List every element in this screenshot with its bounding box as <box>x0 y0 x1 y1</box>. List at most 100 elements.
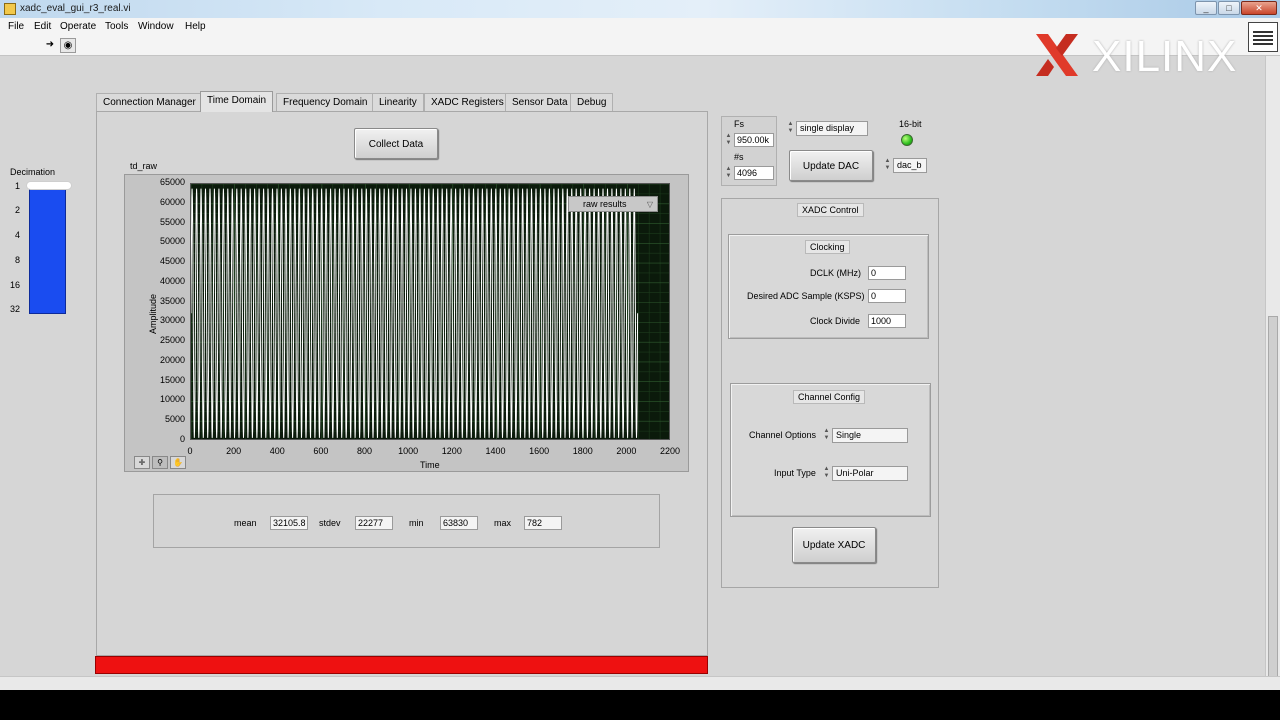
adc-sample-label: Desired ADC Sample (KSPS) <box>747 291 865 301</box>
zoom-icon[interactable]: ⚲ <box>152 456 168 469</box>
pan-hand-icon[interactable]: ✋ <box>170 456 186 469</box>
plot-legend[interactable]: raw results ▽ <box>568 196 658 212</box>
min-value: 63830 <box>440 516 478 530</box>
decimation-tick: 32 <box>9 304 20 314</box>
channel-options-select[interactable]: Single <box>832 428 908 443</box>
series-line-raw-results <box>190 188 639 438</box>
menu-window[interactable]: Window <box>138 21 174 32</box>
statistics-panel <box>153 494 660 548</box>
mean-label: mean <box>234 518 257 528</box>
x-tick-label: 1200 <box>441 446 462 456</box>
dclk-label: DCLK (MHz) <box>810 268 861 278</box>
y-tick-label: 55000 <box>159 216 185 227</box>
display-mode-select[interactable]: single display <box>796 121 868 136</box>
decimation-slider-fill[interactable] <box>29 186 66 314</box>
x-tick-label: 1400 <box>485 446 506 456</box>
vertical-scrollbar[interactable] <box>1265 56 1280 690</box>
fs-spinner-icon[interactable]: ▲ ▼ <box>725 133 732 147</box>
plot-area[interactable] <box>190 183 672 442</box>
y-tick-label: 30000 <box>159 315 185 326</box>
title-bar: xadc_eval_gui_r3_real.vi _ □ ✕ <box>0 0 1280 18</box>
menu-operate[interactable]: Operate <box>60 21 96 32</box>
maximize-button[interactable]: □ <box>1218 1 1240 15</box>
horizontal-scrollbar[interactable] <box>0 676 1280 690</box>
minimize-button[interactable]: _ <box>1195 1 1217 15</box>
tab-linearity[interactable]: Linearity <box>372 93 424 111</box>
tab-time-domain[interactable]: Time Domain <box>200 91 274 112</box>
x-tick-label: 800 <box>357 446 373 456</box>
run-arrow-icon[interactable]: ➜ <box>42 38 58 53</box>
menu-file[interactable]: File <box>8 21 24 32</box>
xilinx-mark-icon <box>1036 34 1078 76</box>
menu-edit[interactable]: Edit <box>34 21 51 32</box>
x-axis-label: Time <box>420 460 440 470</box>
x-tick-label: 2000 <box>616 446 637 456</box>
input-type-select[interactable]: Uni-Polar <box>832 466 908 481</box>
decimation-slider-knob[interactable] <box>26 181 72 190</box>
mean-value: 32105.8 <box>270 516 308 530</box>
vertical-scroll-thumb[interactable] <box>1268 316 1278 690</box>
legend-series-name: raw results <box>583 199 627 209</box>
update-xadc-button[interactable]: Update XADC <box>792 527 876 563</box>
y-tick-label: 60000 <box>159 196 185 207</box>
samples-input[interactable]: 4096 <box>734 166 774 180</box>
window-title: xadc_eval_gui_r3_real.vi <box>20 3 131 14</box>
xadc-control-title: XADC Control <box>797 203 864 217</box>
fs-input[interactable]: 950.00k <box>734 133 774 147</box>
decimation-tick: 2 <box>14 205 20 215</box>
tab-sensor-data[interactable]: Sensor Data <box>505 93 575 111</box>
x-tick-label: 1800 <box>572 446 593 456</box>
y-tick-label: 50000 <box>159 236 185 247</box>
run-continuously-icon[interactable]: ◉ <box>60 38 76 53</box>
decimation-label: Decimation <box>10 167 56 177</box>
display-mode-spinner-icon[interactable]: ▲ ▼ <box>787 121 794 135</box>
min-label: min <box>409 518 424 528</box>
update-dac-button[interactable]: Update DAC <box>789 150 873 181</box>
y-tick-label: 45000 <box>159 256 185 267</box>
y-tick-label: 40000 <box>159 275 185 286</box>
fs-label: Fs <box>734 119 744 129</box>
status-led <box>901 134 913 146</box>
decimation-tick: 1 <box>14 181 20 191</box>
main-window: xadc_eval_gui_r3_real.vi _ □ ✕ File Edit… <box>0 0 1280 690</box>
menu-tools[interactable]: Tools <box>105 21 128 32</box>
waveform-svg <box>190 183 672 442</box>
xilinx-wordmark: XILINX <box>1092 32 1238 81</box>
adc-sample-input[interactable]: 0 <box>868 289 906 303</box>
y-tick-label: 35000 <box>159 295 185 306</box>
clock-divide-input[interactable]: 1000 <box>868 314 906 328</box>
graph-title: td_raw <box>130 161 158 171</box>
tab-frequency-domain[interactable]: Frequency Domain <box>276 93 375 111</box>
decimation-tick: 8 <box>14 255 20 265</box>
tab-debug[interactable]: Debug <box>570 93 614 111</box>
tab-xadc-registers[interactable]: XADC Registers <box>424 93 511 111</box>
dac-spinner-icon[interactable]: ▲ ▼ <box>884 158 891 172</box>
y-tick-label: 0 <box>179 434 185 444</box>
clocking-title: Clocking <box>805 240 850 254</box>
input-type-spinner-icon[interactable]: ▲ ▼ <box>823 466 830 480</box>
channel-config-title: Channel Config <box>793 390 866 404</box>
tab-connection-manager[interactable]: Connection Manager <box>96 93 203 111</box>
labview-vi-icon <box>4 3 16 15</box>
menu-help[interactable]: Help <box>185 21 206 32</box>
dac-select[interactable]: dac_b <box>893 158 927 173</box>
close-button[interactable]: ✕ <box>1241 1 1277 15</box>
vi-connector-icon <box>1248 22 1278 52</box>
channel-options-spinner-icon[interactable]: ▲ ▼ <box>823 428 830 442</box>
graph-palette: ✛ ⚲ ✋ <box>134 456 194 470</box>
xilinx-logo: XILINX <box>1034 30 1249 82</box>
bit-depth-label: 16-bit <box>899 119 922 129</box>
decimation-tick: 4 <box>14 230 20 240</box>
x-tick-label: 0 <box>187 446 193 456</box>
max-value: 782 <box>524 516 562 530</box>
samples-spinner-icon[interactable]: ▲ ▼ <box>725 166 732 180</box>
y-tick-label: 5000 <box>164 414 185 425</box>
y-tick-label: 65000 <box>159 177 185 187</box>
collect-data-button[interactable]: Collect Data <box>354 128 438 159</box>
stdev-value: 22277 <box>355 516 393 530</box>
y-tick-label: 10000 <box>159 394 185 405</box>
dclk-input[interactable]: 0 <box>868 266 906 280</box>
x-tick-label: 1000 <box>398 446 419 456</box>
cursor-move-icon[interactable]: ✛ <box>134 456 150 469</box>
y-tick-label: 20000 <box>159 354 185 365</box>
